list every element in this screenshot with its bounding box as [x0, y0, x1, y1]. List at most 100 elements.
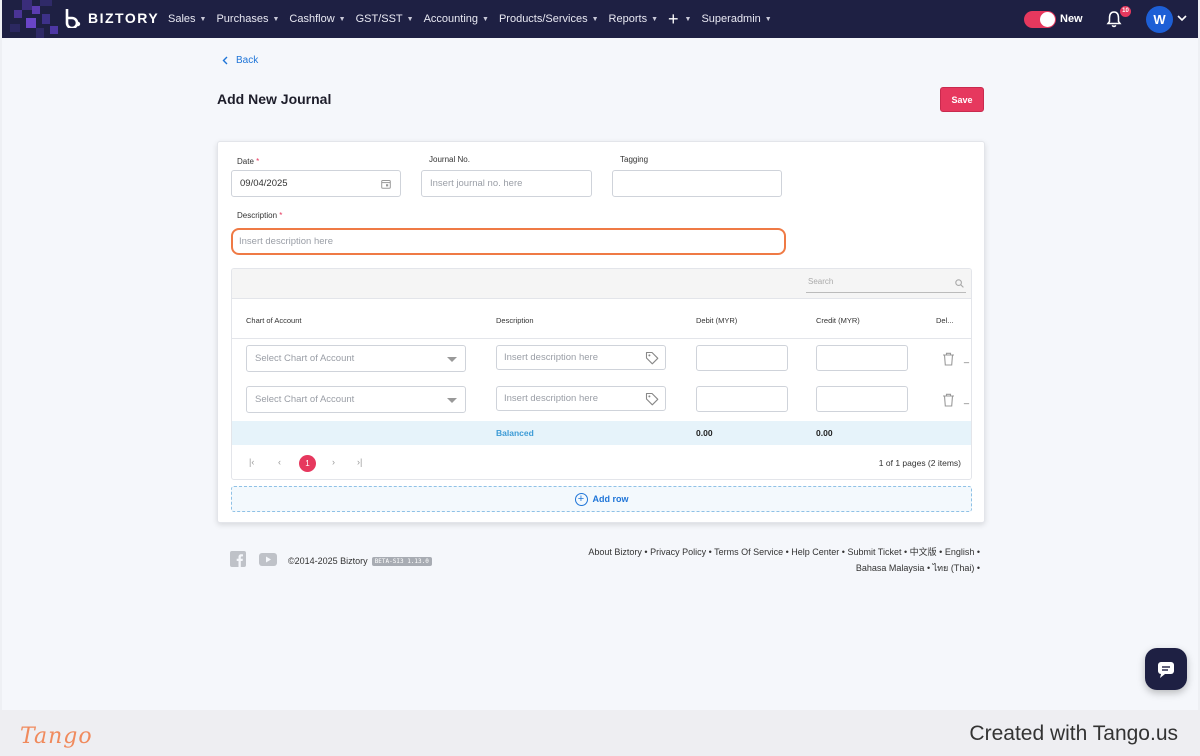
chevron-down-icon: ▼: [591, 15, 599, 23]
tag-icon[interactable]: [645, 392, 659, 406]
plus-icon: +: [668, 9, 679, 29]
column-header-debit[interactable]: Debit (MYR): [696, 316, 737, 325]
menu-label: Products/Services: [498, 13, 588, 25]
footer-links: About Biztory • Privacy Policy • Terms O…: [542, 544, 980, 576]
debit-input[interactable]: [696, 345, 788, 371]
menu-sales[interactable]: Sales ▼: [168, 13, 206, 25]
select-placeholder: Select Chart of Account: [255, 394, 355, 405]
journal-line-row: Select Chart of Account Insert descripti…: [232, 340, 971, 380]
menu-gst-sst[interactable]: GST/SST ▼: [356, 13, 414, 25]
menu-quick-add[interactable]: + ▼: [668, 10, 691, 28]
line-description-input[interactable]: Insert description here: [496, 345, 666, 370]
logo-mosaic: [2, 0, 72, 38]
app-frame: BIZTORY Sales ▼ Purchases ▼ Cashflow ▼ GST/…: [2, 0, 1198, 710]
journal-lines-grid: Search Chart of Account Description Debi…: [231, 268, 972, 480]
chart-of-account-select[interactable]: Select Chart of Account: [246, 345, 466, 372]
chat-button[interactable]: [1145, 648, 1187, 690]
chevron-down-icon: ▼: [199, 15, 207, 23]
row-trail: _: [964, 353, 970, 363]
description-field[interactable]: Insert description here: [231, 228, 786, 255]
menu-label: Superadmin: [701, 13, 761, 25]
notification-badge: 10: [1120, 6, 1131, 17]
required-mark: *: [279, 211, 283, 220]
menu-products-services[interactable]: Products/Services ▼: [499, 13, 599, 25]
chevron-left-icon: [222, 56, 228, 65]
line-description-placeholder: Insert description here: [504, 393, 598, 404]
column-header-chart-of-account[interactable]: Chart of Account: [246, 316, 301, 325]
facebook-icon[interactable]: [230, 551, 246, 567]
search-placeholder: Search: [808, 277, 834, 286]
footer-link-english[interactable]: English: [945, 547, 975, 557]
menu-label: Sales: [168, 13, 196, 25]
add-row-label: Add row: [592, 494, 629, 504]
menu-superadmin[interactable]: Superadmin ▼: [701, 13, 771, 25]
footer-link-thai[interactable]: ไทย (Thai): [933, 563, 975, 573]
menu-accounting[interactable]: Accounting ▼: [424, 13, 489, 25]
play-glyph: [266, 556, 271, 563]
biztory-logo-icon: [65, 9, 81, 28]
tag-icon[interactable]: [645, 351, 659, 365]
chevron-down-icon: ▼: [482, 15, 489, 23]
last-page-button[interactable]: ›|: [357, 457, 362, 467]
footer-links-line-1: About Biztory • Privacy Policy • Terms O…: [588, 547, 980, 557]
tagging-field[interactable]: [612, 170, 782, 197]
version-badge: BETA-SI3 1.13.0: [371, 556, 432, 566]
search-icon: [955, 279, 964, 288]
footer-link-terms[interactable]: Terms Of Service: [714, 547, 783, 557]
first-page-button[interactable]: |‹: [249, 457, 254, 467]
credit-input[interactable]: [816, 386, 908, 412]
grid-search-input[interactable]: Search: [806, 277, 966, 293]
chevron-down-icon[interactable]: [1176, 12, 1188, 24]
menu-reports[interactable]: Reports ▼: [609, 13, 658, 25]
grid-header: Chart of Account Description Debit (MYR)…: [232, 299, 971, 339]
menu-label: GST/SST: [355, 13, 403, 25]
column-header-credit[interactable]: Credit (MYR): [816, 316, 860, 325]
new-ui-toggle[interactable]: [1024, 11, 1056, 28]
column-header-delete[interactable]: Del...: [936, 316, 954, 325]
calendar-icon[interactable]: [381, 179, 391, 189]
column-header-description[interactable]: Description: [496, 316, 534, 325]
journal-no-label: Journal No.: [429, 155, 470, 164]
next-page-button[interactable]: ›: [332, 457, 335, 467]
balance-status: Balanced: [496, 428, 534, 438]
youtube-icon[interactable]: [259, 553, 277, 566]
description-label-text: Description: [237, 211, 278, 220]
prev-page-button[interactable]: ‹: [278, 457, 281, 467]
dropdown-arrow-icon: [447, 398, 457, 403]
footer-link-help[interactable]: Help Center: [791, 547, 839, 557]
back-label: Back: [236, 55, 259, 66]
brand-logo[interactable]: BIZTORY: [64, 8, 159, 28]
debit-input[interactable]: [696, 386, 788, 412]
brand-name: BIZTORY: [88, 10, 160, 26]
chart-of-account-select[interactable]: Select Chart of Account: [246, 386, 466, 413]
menu-cashflow[interactable]: Cashflow ▼: [289, 13, 345, 25]
save-button[interactable]: Save: [940, 87, 984, 112]
add-row-button[interactable]: + Add row: [231, 486, 972, 512]
totals-row: Balanced 0.00 0.00: [232, 421, 971, 445]
footer-links-line-2: Bahasa Malaysia • ไทย (Thai) •: [855, 563, 980, 573]
footer-link-malay[interactable]: Bahasa Malaysia: [856, 563, 925, 573]
debit-total: 0.00: [696, 428, 713, 438]
tango-credit: Created with Tango.us: [969, 722, 1178, 745]
tango-logo: Tango: [20, 724, 93, 749]
footer-link-about[interactable]: About Biztory: [588, 547, 642, 557]
trash-icon[interactable]: [942, 352, 955, 366]
grid-toolbar: Search: [232, 269, 971, 299]
menu-purchases[interactable]: Purchases ▼: [216, 13, 279, 25]
journal-no-field[interactable]: Insert journal no. here: [421, 170, 592, 197]
trash-icon[interactable]: [942, 393, 955, 407]
new-ui-toggle-label: New: [1060, 13, 1083, 25]
menu-label: Purchases: [216, 13, 269, 25]
facebook-glyph: [236, 554, 243, 567]
date-field[interactable]: 09/04/2025: [231, 170, 401, 197]
chevron-down-icon: ▼: [272, 15, 280, 23]
page-number-current[interactable]: 1: [299, 455, 316, 472]
footer-link-privacy[interactable]: Privacy Policy: [650, 547, 706, 557]
footer-link-ticket[interactable]: Submit Ticket: [847, 547, 901, 557]
line-description-input[interactable]: Insert description here: [496, 386, 666, 411]
date-label: Date *: [237, 157, 259, 166]
credit-input[interactable]: [816, 345, 908, 371]
back-link[interactable]: Back: [222, 55, 258, 66]
footer-link-chinese[interactable]: 中文版: [910, 547, 937, 557]
avatar[interactable]: W: [1146, 6, 1173, 33]
